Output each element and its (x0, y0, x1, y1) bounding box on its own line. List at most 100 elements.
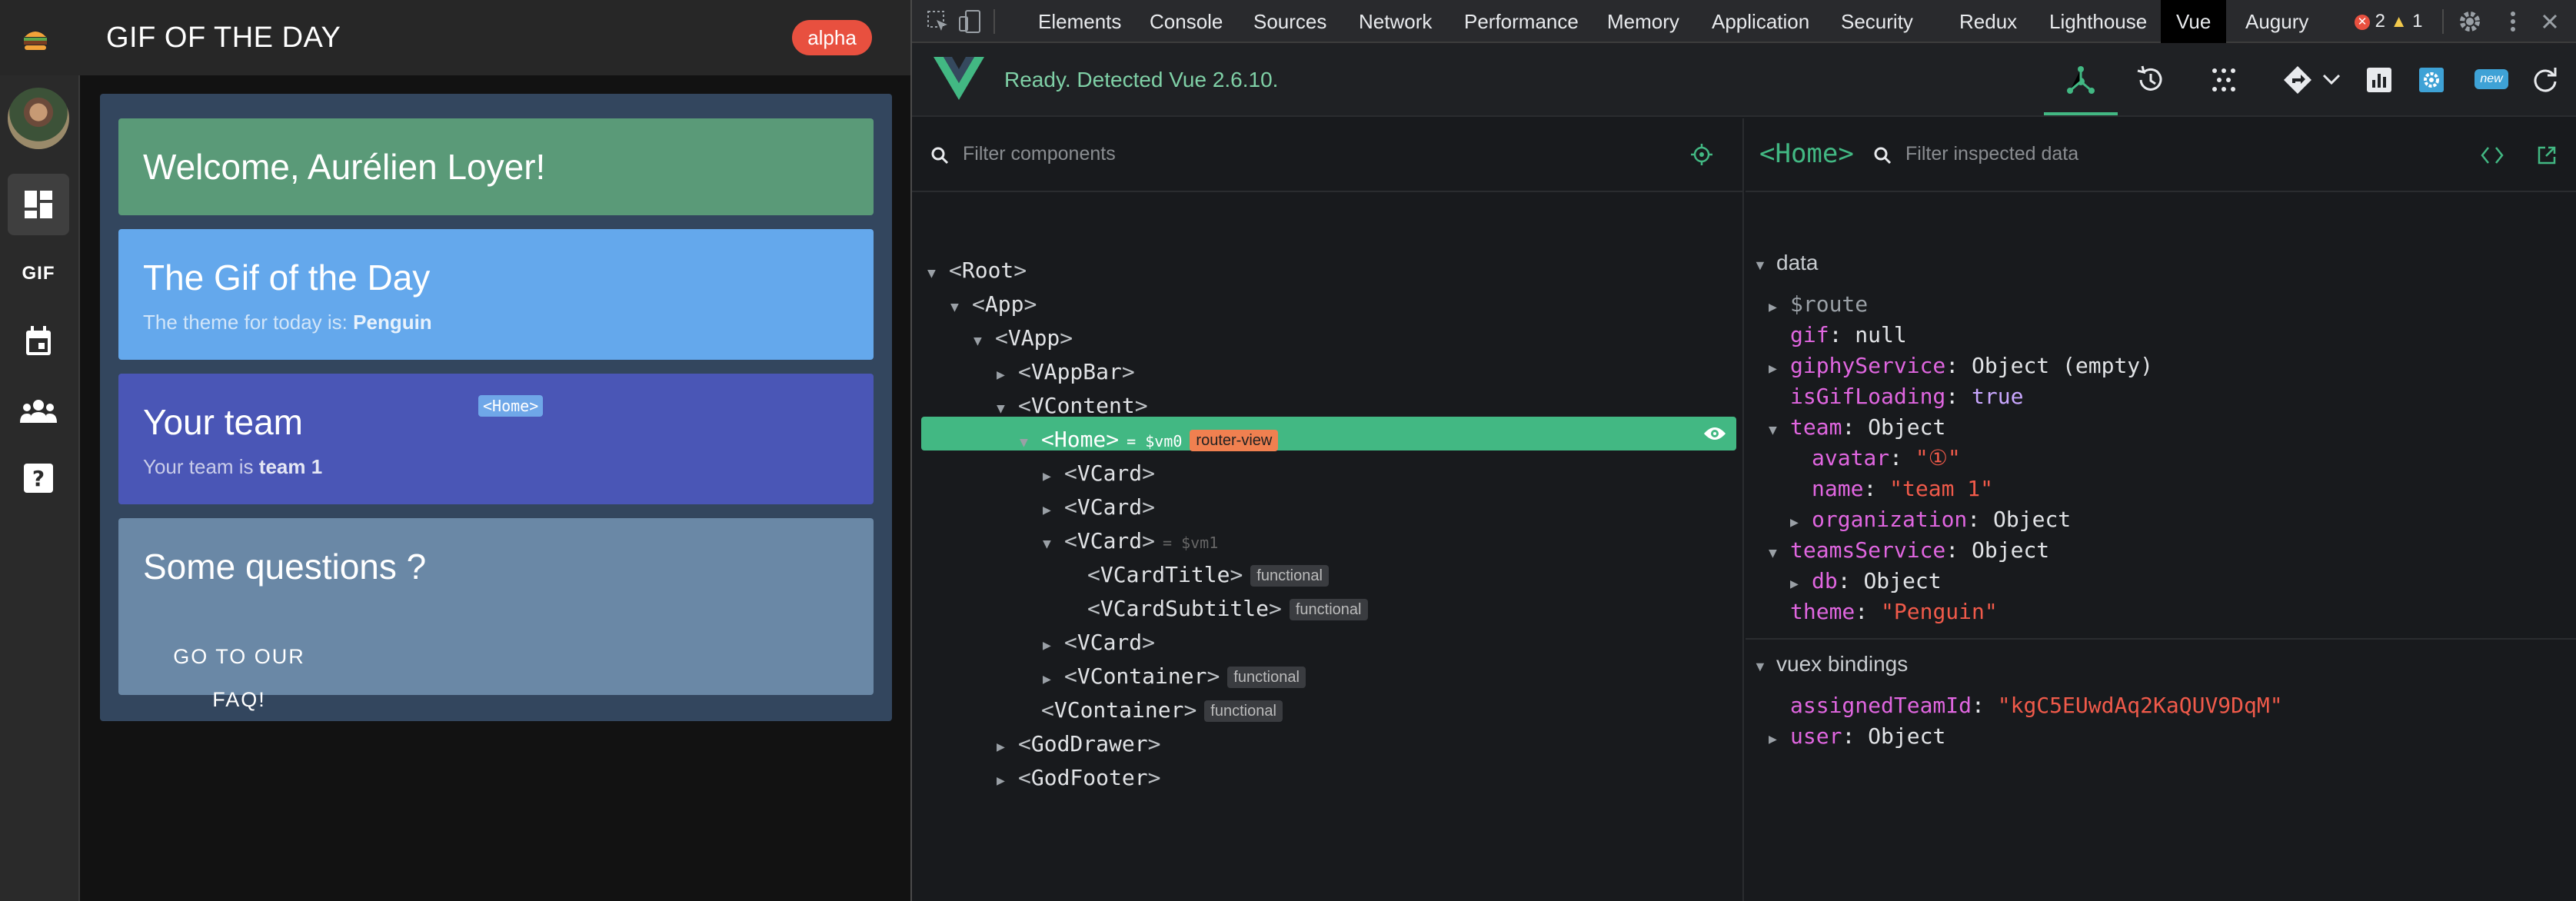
tree-row[interactable]: ▼ <VContent> (997, 391, 1148, 421)
tab-augury[interactable]: Augury (2245, 0, 2308, 43)
tab-security[interactable]: Security (1841, 0, 1913, 43)
vuex-icon[interactable] (2208, 65, 2239, 95)
tree-row[interactable]: ▶ <VCard> (1043, 627, 1155, 658)
component-name: VCardSubtitle (1100, 596, 1270, 621)
tab-console[interactable]: Console (1150, 0, 1223, 43)
tab-redux[interactable]: Redux (1959, 0, 2017, 43)
data-section-header[interactable]: ▼ data (1753, 248, 1819, 278)
expand-arrow-icon[interactable]: ▶ (1769, 724, 1790, 755)
tree-row[interactable]: ▶ <VContainer> functional (1043, 661, 1306, 692)
tab-performance[interactable]: Performance (1464, 0, 1579, 43)
prop-row[interactable]: ▶ giphyService: Object (empty) (1769, 351, 2153, 381)
tree-row[interactable]: <VContainer> functional (1020, 695, 1283, 726)
tab-network[interactable]: Network (1359, 0, 1432, 43)
prop-row[interactable]: ▼ teamsService: Object (1769, 535, 2049, 566)
burger-logo-icon[interactable] (20, 26, 51, 52)
tab-sources[interactable]: Sources (1253, 0, 1326, 43)
tab-lighthouse[interactable]: Lighthouse (2049, 0, 2147, 43)
select-component-icon[interactable] (1690, 143, 1713, 166)
tree-row[interactable]: ▼ <App> (950, 289, 1037, 320)
prop-row[interactable]: avatar: "①" (1790, 443, 1961, 474)
more-vert-icon[interactable] (2501, 9, 2525, 34)
expand-arrow-icon[interactable]: ▶ (1769, 354, 1790, 384)
devtools-panel: Elements Console Sources Network Perform… (910, 0, 2576, 901)
eye-icon[interactable] (1702, 424, 1727, 443)
faq-button[interactable]: GO TO OUR FAQ! (143, 635, 335, 711)
expand-arrow-icon[interactable]: ▼ (1043, 529, 1064, 560)
collapse-arrow-icon[interactable]: ▶ (1043, 495, 1064, 526)
prop-row[interactable]: ▼ team: Object (1769, 412, 1945, 443)
error-warning-counter[interactable]: ✕ 2 ▲ 1 (2355, 11, 2423, 32)
settings-icon[interactable] (2416, 65, 2447, 95)
expand-arrow-icon[interactable]: ▼ (927, 258, 949, 289)
prop-key: organization (1812, 507, 1968, 532)
collapse-arrow-icon[interactable]: ▶ (1043, 630, 1064, 661)
router-icon[interactable] (2282, 65, 2313, 95)
vue-devtools: Ready. Detected Vue 2.6.10. new Filter c… (912, 45, 2576, 901)
performance-chart-icon[interactable] (2364, 65, 2395, 95)
prop-row[interactable]: name: "team 1" (1790, 474, 1993, 504)
tree-row[interactable]: <VCardSubtitle> functional (1066, 593, 1368, 624)
expand-arrow-icon[interactable]: ▶ (1769, 292, 1790, 323)
collapse-arrow-icon[interactable]: ▶ (1043, 461, 1064, 492)
filter-inspected-data-input[interactable] (1905, 143, 2367, 165)
prop-row[interactable]: ▶ db: Object (1790, 566, 1942, 597)
expand-arrow-icon[interactable]: ▼ (997, 394, 1018, 424)
collapse-arrow-icon[interactable]: ▶ (997, 360, 1018, 391)
gif-icon[interactable]: GIF (8, 243, 69, 304)
components-icon[interactable] (2065, 65, 2096, 95)
calendar-icon[interactable] (8, 311, 69, 372)
inspect-element-icon[interactable] (926, 9, 950, 34)
tree-row[interactable]: ▼ <VApp> (973, 323, 1073, 354)
vuex-section-label: vuex bindings (1776, 652, 1909, 676)
vuex-section-header[interactable]: ▼ vuex bindings (1753, 649, 1908, 680)
expand-arrow-icon[interactable]: ▼ (1769, 415, 1790, 446)
prop-row[interactable]: ▶ organization: Object (1790, 504, 2071, 535)
expand-arrow-icon[interactable]: ▼ (950, 292, 972, 323)
tree-row[interactable]: <VCardTitle> functional (1066, 560, 1329, 590)
prop-row[interactable]: gif: null (1769, 320, 1907, 351)
tab-vue[interactable]: Vue (2161, 0, 2227, 43)
tab-elements[interactable]: Elements (1038, 0, 1121, 43)
prop-row[interactable]: ▶ user: Object (1769, 721, 1945, 752)
subtitle-prefix: Your team is (143, 455, 259, 478)
prop-row[interactable]: assignedTeamId: "kgC5EUwdAq2KaQUV9DqM" (1769, 690, 2283, 721)
chevron-down-icon[interactable] (2316, 65, 2347, 95)
tree-row[interactable]: ▼ <VCard> = $vm1 (1043, 526, 1218, 557)
tag-bracket: > (1147, 731, 1161, 756)
tree-row[interactable]: ▼ <Home> = $vm0 router-view (1020, 424, 1279, 458)
expand-arrow-icon[interactable]: ▶ (1790, 507, 1812, 538)
open-in-editor-icon[interactable] (2536, 145, 2558, 166)
tree-row[interactable]: ▼ <Root> (927, 255, 1027, 286)
prop-colon: : (1967, 507, 1994, 532)
collapse-arrow-icon[interactable]: ▶ (997, 732, 1018, 763)
history-icon[interactable] (2135, 65, 2165, 95)
refresh-icon[interactable] (2530, 65, 2561, 95)
prop-row[interactable]: theme: "Penguin" (1769, 597, 1998, 627)
tree-row[interactable]: ▶ <VCard> (1043, 458, 1155, 489)
help-icon[interactable]: ? (8, 447, 69, 509)
device-toolbar-icon[interactable] (958, 9, 983, 34)
tab-application[interactable]: Application (1712, 0, 1809, 43)
expand-arrow-icon[interactable]: ▼ (1769, 538, 1790, 569)
avatar[interactable] (8, 88, 69, 149)
prop-row[interactable]: ▶ $route (1769, 289, 1868, 320)
expand-arrow-icon[interactable]: ▼ (973, 326, 995, 357)
tab-memory[interactable]: Memory (1607, 0, 1679, 43)
subtitle-prefix: The theme for today is: (143, 311, 354, 334)
team-icon[interactable] (8, 380, 69, 441)
expand-arrow-icon[interactable]: ▼ (1020, 427, 1041, 458)
tree-row[interactable]: ▶ <GodDrawer> (997, 729, 1160, 760)
dashboard-icon[interactable] (8, 174, 69, 235)
collapse-arrow-icon[interactable]: ▶ (997, 766, 1018, 796)
tree-row[interactable]: ▶ <GodFooter> (997, 763, 1160, 793)
collapse-arrow-icon[interactable]: ▶ (1043, 664, 1064, 695)
code-icon[interactable] (2481, 145, 2504, 166)
close-icon[interactable] (2538, 9, 2562, 34)
prop-row[interactable]: isGifLoading: true (1769, 381, 2023, 412)
tree-row[interactable]: ▶ <VCard> (1043, 492, 1155, 523)
expand-arrow-icon[interactable]: ▶ (1790, 569, 1812, 600)
gear-icon[interactable] (2458, 9, 2482, 34)
tree-row[interactable]: ▶ <VAppBar> (997, 357, 1135, 387)
filter-components-input[interactable] (963, 143, 1578, 165)
